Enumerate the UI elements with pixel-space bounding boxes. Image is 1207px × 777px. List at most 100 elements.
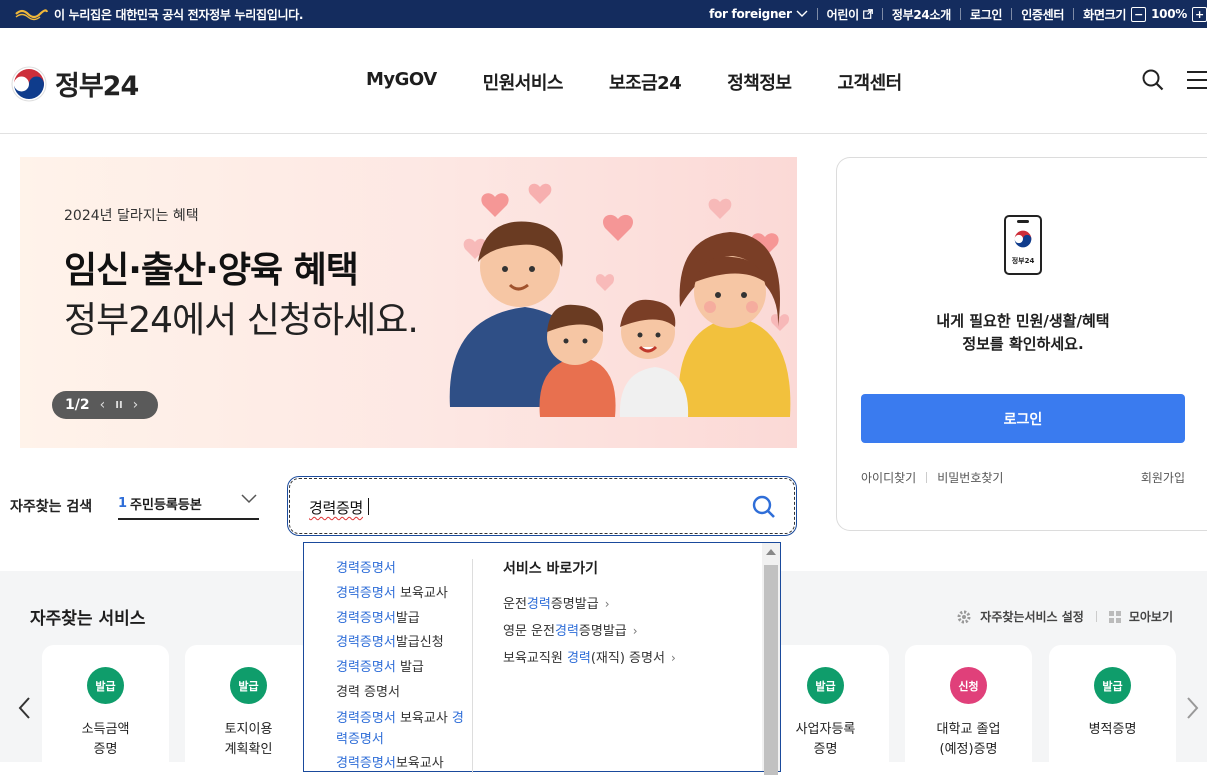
- find-password-link[interactable]: 비밀번호찾기: [937, 469, 1003, 486]
- suggestion-highlight: 경력증명서: [336, 660, 396, 676]
- service-label-line1: 대학교 졸업: [936, 722, 1001, 737]
- autocomplete-dropdown: 경력증명서 경력증명서 보육교사 경력증명서발급 경력증명서발급신청 경력증명서…: [303, 542, 781, 775]
- search-icon[interactable]: [752, 495, 776, 519]
- main-banner[interactable]: 2024년 달라지는 혜택 임신·출산·양육 혜택 정부24에서 신청하세요. …: [20, 157, 797, 448]
- service-card[interactable]: 발급 사업자등록 증명: [762, 645, 889, 775]
- divider: [1095, 611, 1097, 622]
- text-cursor: [368, 498, 369, 515]
- banner-page-indicator: 1/2: [65, 397, 90, 413]
- foreigner-link-label: for foreigner: [709, 7, 792, 21]
- login-link[interactable]: 로그인: [961, 6, 1011, 23]
- suggestion-text: 보육교사: [395, 710, 452, 726]
- suggestion-text: 발급: [395, 610, 420, 626]
- government-emblem-icon: [15, 9, 48, 21]
- certification-center-link[interactable]: 인증센터: [1012, 6, 1073, 23]
- foreigner-link[interactable]: for foreigner: [700, 7, 817, 21]
- suggestion-highlight: 경력증명서: [336, 755, 396, 771]
- service-card[interactable]: 신청 대학교 졸업 (예정)증명: [905, 645, 1032, 775]
- taegeuk-logo-icon: [1014, 230, 1032, 248]
- suggestion-item[interactable]: 경력증명서 발급: [336, 656, 466, 681]
- shortcut-text: 운전: [503, 597, 527, 612]
- zoom-out-button[interactable]: −: [1131, 6, 1147, 22]
- service-badge: 발급: [230, 667, 267, 704]
- login-message: 내게 필요한 민원/생활/혜택 정보를 확인하세요.: [837, 310, 1207, 356]
- banner-subheadline: 정부24에서 신청하세요.: [64, 300, 419, 341]
- suggestion-item[interactable]: 경력 증명서: [336, 681, 466, 706]
- divider: [472, 559, 473, 773]
- service-card[interactable]: 발급 병적증명: [1049, 645, 1176, 775]
- frequent-search-label: 자주찾는 검색: [10, 499, 93, 515]
- banner-pause-button[interactable]: II: [115, 400, 122, 411]
- scrollbar-thumb[interactable]: [764, 565, 778, 775]
- about-link[interactable]: 정부24소개: [883, 6, 960, 23]
- frequent-search-value: 주민등록등본: [130, 497, 202, 513]
- chevron-right-icon[interactable]: [1186, 696, 1200, 720]
- chevron-right-icon: ›: [670, 651, 676, 665]
- login-help-links: 아이디찾기 비밀번호찾기: [861, 469, 1003, 486]
- service-label-line2: 증명: [813, 742, 838, 757]
- shortcut-highlight: 경력: [554, 624, 579, 639]
- search-input[interactable]: 경력증명: [287, 476, 797, 536]
- kids-link[interactable]: 어린이: [818, 6, 882, 23]
- suggestion-text: 발급신청: [395, 635, 444, 651]
- shortcut-item[interactable]: 영문 운전경력증명발급 ›: [503, 618, 676, 645]
- login-button[interactable]: 로그인: [861, 394, 1185, 443]
- nav-policy-info[interactable]: 정책정보: [704, 69, 814, 95]
- login-message-line2: 정보를 확인하세요.: [962, 335, 1084, 353]
- search-icon[interactable]: [1142, 69, 1164, 91]
- service-card[interactable]: 발급 토지이용 계획확인: [185, 645, 312, 775]
- suggestion-item[interactable]: 경력증명서보육교사: [336, 752, 466, 777]
- shortcut-item[interactable]: 운전경력증명발급 ›: [503, 591, 676, 618]
- gear-icon: [957, 610, 971, 623]
- suggestion-highlight: 경력증명서: [336, 610, 396, 626]
- nav-mygov[interactable]: MyGOV: [343, 69, 460, 95]
- service-label-line2: (예정)증명: [939, 742, 998, 757]
- view-all-button[interactable]: 모아보기: [1129, 608, 1173, 625]
- frequent-search-select[interactable]: 1 주민등록등본: [118, 488, 259, 520]
- suggestion-text: 보육교사: [395, 755, 444, 771]
- suggestion-highlight: 경력증명서: [336, 561, 396, 576]
- official-site-notice: 이 누리집은 대한민국 공식 전자정부 누리집입니다.: [54, 8, 304, 22]
- frequent-services-title: 자주찾는 서비스: [30, 609, 146, 629]
- service-card[interactable]: 발급 소득금액 증명: [42, 645, 169, 775]
- dropdown-scrollbar[interactable]: [762, 543, 780, 775]
- suggestion-item[interactable]: 경력증명서발급신청: [336, 631, 466, 656]
- find-id-link[interactable]: 아이디찾기: [861, 469, 916, 486]
- suggestion-item[interactable]: 경력증명서 보육교사 경력증명서: [336, 706, 466, 752]
- suggestion-item[interactable]: 경력증명서: [336, 557, 466, 582]
- nav-customer-center[interactable]: 고객센터: [814, 69, 924, 95]
- grid-icon: [1108, 610, 1121, 623]
- service-settings-button[interactable]: 자주찾는서비스 설정: [980, 608, 1084, 625]
- shortcut-item[interactable]: 보육교직원 경력(재직) 증명서 ›: [503, 645, 676, 672]
- service-badge: 발급: [1094, 667, 1131, 704]
- nav-subsidy24[interactable]: 보조금24: [586, 69, 704, 95]
- zoom-value: 100%: [1151, 7, 1187, 21]
- banner-headline: 임신·출산·양육 혜택: [64, 250, 359, 291]
- signup-link[interactable]: 회원가입: [1141, 469, 1185, 486]
- external-link-icon: [862, 9, 873, 19]
- suggestion-item[interactable]: 경력증명서발급: [336, 607, 466, 632]
- service-label: 병적증명: [1049, 720, 1176, 740]
- banner-prev-button[interactable]: ‹: [100, 397, 106, 413]
- shortcut-highlight: 경력: [526, 597, 551, 612]
- menu-icon[interactable]: [1187, 69, 1207, 91]
- site-logo[interactable]: 정부24: [11, 64, 139, 103]
- shortcut-text: 보육교직원: [503, 651, 567, 666]
- search-query: 경력증명: [309, 499, 364, 517]
- chevron-down-icon: [241, 494, 257, 504]
- login-message-line1: 내게 필요한 민원/생활/혜택: [936, 312, 1110, 330]
- banner-year-label: 2024년 달라지는 혜택: [64, 208, 199, 224]
- banner-pager: 1/2 ‹ II ›: [52, 391, 158, 419]
- service-label: 사업자등록 증명: [762, 720, 889, 760]
- suggestion-highlight: 경력증명서: [336, 585, 396, 601]
- zoom-in-button[interactable]: +: [1192, 6, 1207, 22]
- banner-next-button[interactable]: ›: [133, 397, 139, 413]
- service-badge: 신청: [950, 667, 987, 704]
- nav-civil-services[interactable]: 민원서비스: [460, 69, 586, 95]
- suggestion-item[interactable]: 경력증명서 보육교사: [336, 582, 466, 607]
- zoom-label: 화면크기: [1083, 7, 1127, 22]
- chevron-left-icon[interactable]: [17, 696, 31, 720]
- suggestion-highlight: 경력증명서: [336, 710, 396, 726]
- scroll-up-arrow-icon[interactable]: [766, 549, 776, 555]
- service-label-line1: 병적증명: [1088, 722, 1137, 737]
